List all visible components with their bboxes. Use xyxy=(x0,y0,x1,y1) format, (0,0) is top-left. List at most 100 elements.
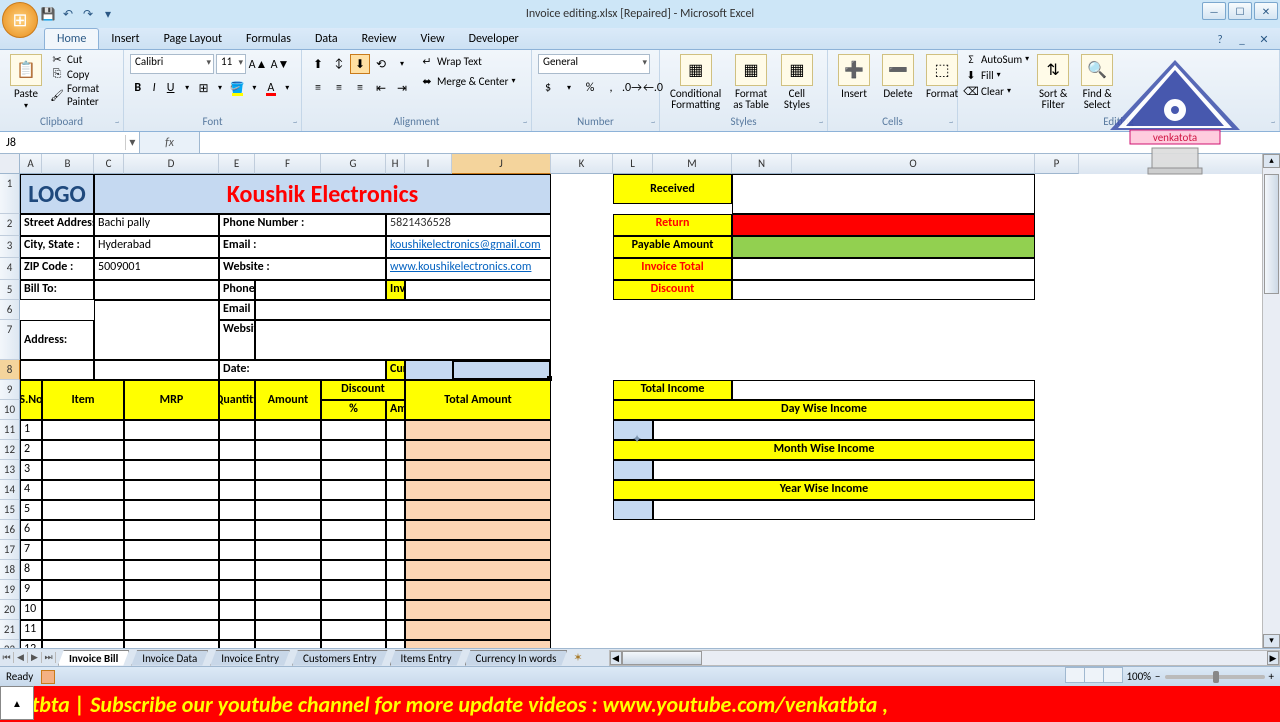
row-2-qty[interactable] xyxy=(219,440,255,460)
align-right-button[interactable]: ≡ xyxy=(350,78,370,98)
invoice-value[interactable] xyxy=(405,280,551,300)
col-header-E[interactable]: E xyxy=(219,154,255,174)
tab-nav-first[interactable]: ⏮ xyxy=(0,652,14,663)
col-header-M[interactable]: M xyxy=(653,154,732,174)
invoice-label[interactable]: Invoice : xyxy=(386,280,405,300)
ribbon-minimize-icon[interactable]: _ xyxy=(1234,33,1250,49)
summary-month-value[interactable] xyxy=(653,460,1035,480)
fill-color-button[interactable]: 🪣 xyxy=(229,78,246,98)
row-8-mrp[interactable] xyxy=(124,560,219,580)
row-5-item[interactable] xyxy=(42,500,124,520)
worksheet-grid[interactable]: ABCDEFGHIJKLMNOP 12345678910111213141516… xyxy=(0,154,1280,648)
currency-value[interactable] xyxy=(405,360,551,380)
row-header-18[interactable]: 18 xyxy=(0,560,20,580)
row-header-9[interactable]: 9 xyxy=(0,380,20,400)
row-1-qty[interactable] xyxy=(219,420,255,440)
th-item[interactable]: Item xyxy=(42,380,124,420)
col-header-P[interactable]: P xyxy=(1035,154,1079,174)
zoom-out-button[interactable]: − xyxy=(1155,670,1160,683)
tab-data[interactable]: Data xyxy=(303,29,350,49)
row-11-sno[interactable]: 11 xyxy=(20,620,42,640)
row-header-3[interactable]: 3 xyxy=(0,236,20,258)
tab-page-layout[interactable]: Page Layout xyxy=(152,29,234,49)
col-header-H[interactable]: H xyxy=(386,154,405,174)
phone2-label[interactable]: Phone xyxy=(219,280,255,300)
th-qty[interactable]: Quantity xyxy=(219,380,255,420)
row-1-amount[interactable] xyxy=(255,420,321,440)
undo-icon[interactable]: ↶ xyxy=(60,6,76,22)
row-10-mrp[interactable] xyxy=(124,600,219,620)
zoom-in-button[interactable]: + xyxy=(1269,670,1274,683)
th-sno[interactable]: S.No xyxy=(20,380,42,420)
summary-total-income-label[interactable]: Total Income xyxy=(613,380,732,400)
row-7-pct[interactable] xyxy=(321,540,386,560)
row-header-2[interactable]: 2 xyxy=(0,214,20,236)
website-label[interactable]: Website : xyxy=(219,258,386,280)
row-2-pct[interactable] xyxy=(321,440,386,460)
row-6-qty[interactable] xyxy=(219,520,255,540)
minimize-button[interactable]: — xyxy=(1202,2,1226,20)
align-left-button[interactable]: ≡ xyxy=(308,78,328,98)
increase-indent-button[interactable]: ⇥ xyxy=(392,78,412,98)
website-value[interactable]: www.koushikelectronics.com xyxy=(386,258,551,280)
row-4-discamt[interactable] xyxy=(386,480,405,500)
zip-label[interactable]: ZIP Code : xyxy=(20,258,94,280)
col-header-F[interactable]: F xyxy=(255,154,321,174)
help-icon[interactable]: ? xyxy=(1212,33,1228,49)
row-4-mrp[interactable] xyxy=(124,480,219,500)
maximize-button[interactable]: ☐ xyxy=(1228,2,1252,20)
summary-return-label[interactable]: Return xyxy=(613,214,732,236)
row-header-14[interactable]: 14 xyxy=(0,480,20,500)
merge-center-button[interactable]: ⬌Merge & Center ▾ xyxy=(420,74,516,88)
row-2-discamt[interactable] xyxy=(386,440,405,460)
summary-month-date[interactable] xyxy=(613,460,653,480)
row-3-item[interactable] xyxy=(42,460,124,480)
view-buttons[interactable] xyxy=(1065,667,1122,686)
qat-more-icon[interactable]: ▾ xyxy=(100,6,116,22)
row-2-total[interactable] xyxy=(405,440,551,460)
grow-font-button[interactable]: A▲ xyxy=(248,54,268,74)
row-12-item[interactable] xyxy=(42,640,124,648)
row-2-amount[interactable] xyxy=(255,440,321,460)
address-label[interactable]: Address: xyxy=(20,320,94,360)
phone-label[interactable]: Phone Number : xyxy=(219,214,386,236)
row-9-mrp[interactable] xyxy=(124,580,219,600)
row-header-1[interactable]: 1 xyxy=(0,174,20,214)
col-header-D[interactable]: D xyxy=(124,154,219,174)
row-3-sno[interactable]: 3 xyxy=(20,460,42,480)
autosum-button[interactable]: ΣAutoSum ▾ xyxy=(964,52,1029,66)
format-as-table-button[interactable]: ▦Format as Table xyxy=(729,52,773,112)
row-12-sno[interactable]: 12 xyxy=(20,640,42,648)
row-header-6[interactable]: 6 xyxy=(0,300,20,320)
cell-styles-button[interactable]: ▦Cell Styles xyxy=(777,52,817,112)
new-sheet-button[interactable]: ✶ xyxy=(567,650,588,665)
align-middle-button[interactable]: ↕ xyxy=(329,54,349,74)
redo-icon[interactable]: ↷ xyxy=(80,6,96,22)
row-4-sno[interactable]: 4 xyxy=(20,480,42,500)
row-header-17[interactable]: 17 xyxy=(0,540,20,560)
email2-label[interactable]: Email xyxy=(219,300,255,320)
row-7-sno[interactable]: 7 xyxy=(20,540,42,560)
th-amount[interactable]: Amount xyxy=(255,380,321,420)
row-header-11[interactable]: 11 xyxy=(0,420,20,440)
email-label[interactable]: Email : xyxy=(219,236,386,258)
conditional-formatting-button[interactable]: ▦Conditional Formatting xyxy=(666,52,725,112)
row-9-item[interactable] xyxy=(42,580,124,600)
row-4-total[interactable] xyxy=(405,480,551,500)
row-1-discamt[interactable] xyxy=(386,420,405,440)
sheet-tab-customers-entry[interactable]: Customers Entry xyxy=(292,650,388,666)
office-button[interactable]: ⊞ xyxy=(2,2,38,38)
row-12-pct[interactable] xyxy=(321,640,386,648)
orientation-button[interactable]: ⟲ xyxy=(371,54,391,74)
find-select-button[interactable]: 🔍Find & Select xyxy=(1077,52,1117,112)
copy-button[interactable]: ⎘Copy xyxy=(50,67,117,81)
row-12-total[interactable] xyxy=(405,640,551,648)
delete-cells-button[interactable]: ➖Delete xyxy=(878,52,918,101)
row-9-qty[interactable] xyxy=(219,580,255,600)
currency-button[interactable]: $ xyxy=(538,78,558,98)
summary-discount-value[interactable] xyxy=(732,280,1035,300)
clear-button[interactable]: ⌫Clear ▾ xyxy=(964,84,1029,98)
row-3-pct[interactable] xyxy=(321,460,386,480)
tab-nav-next[interactable]: ▶ xyxy=(28,652,42,663)
align-top-button[interactable]: ⬆ xyxy=(308,54,328,74)
